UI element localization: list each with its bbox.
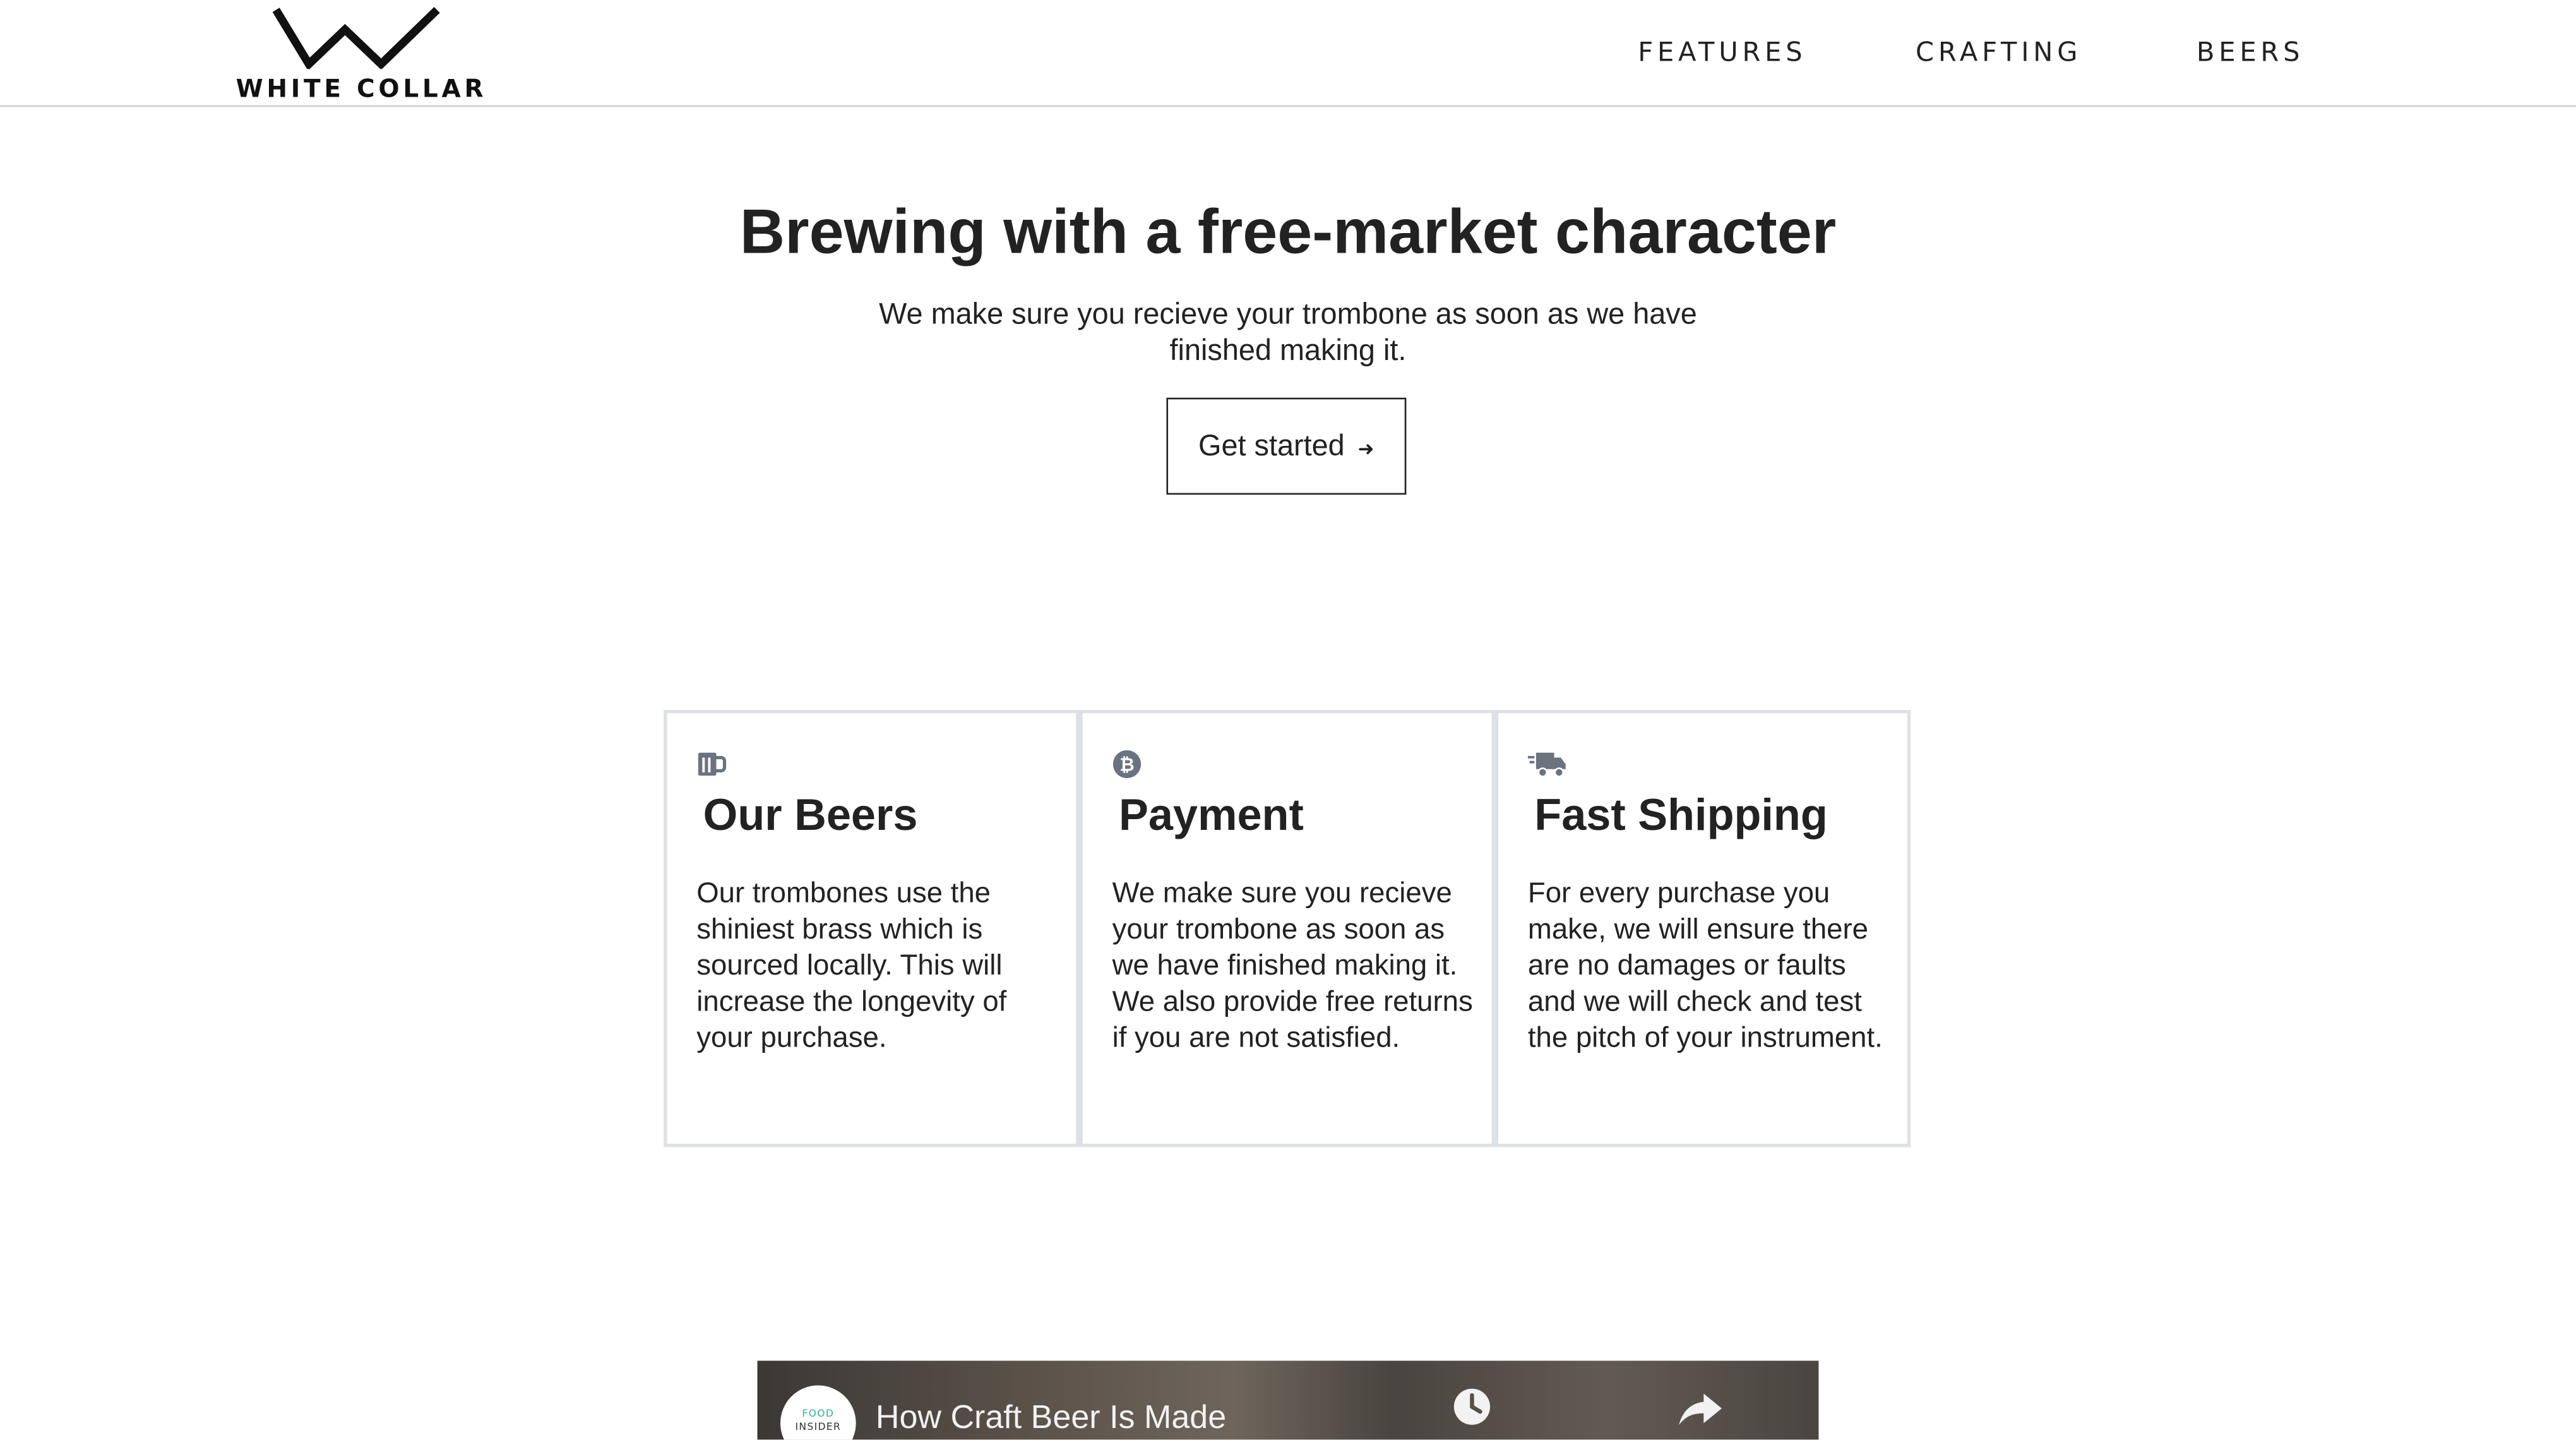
- crown-w-logo-icon: [272, 6, 440, 69]
- embedded-video[interactable]: FOOD INSIDER How Craft Beer Is Made: [757, 1360, 1819, 1440]
- feature-title: Payment: [1118, 790, 1304, 840]
- feature-card-payment: ₿ Payment We make sure you recieve your …: [1079, 710, 1495, 1148]
- feature-text: We make sure you recieve your trombone a…: [1112, 875, 1473, 1053]
- feature-text: For every purchase you make, we will ens…: [1527, 875, 1883, 1053]
- nav-features[interactable]: FEATURES: [1638, 36, 1806, 67]
- shipping-truck-icon: [1527, 752, 1566, 777]
- channel-avatar[interactable]: FOOD INSIDER: [780, 1385, 856, 1440]
- brand-name: WHITE COLLAR: [236, 74, 487, 104]
- feature-text: Our trombones use the shiniest brass whi…: [696, 875, 1007, 1053]
- get-started-button[interactable]: Get started ➜: [1166, 397, 1407, 495]
- nav-beers[interactable]: BEERS: [2197, 36, 2304, 67]
- brand-logo[interactable]: WHITE COLLAR: [230, 6, 492, 104]
- feature-title: Fast Shipping: [1534, 790, 1828, 840]
- feature-card-fast-shipping: Fast Shipping For every purchase you mak…: [1494, 710, 1911, 1148]
- channel-name-line1: FOOD: [802, 1408, 835, 1420]
- share-icon[interactable]: [1678, 1390, 1724, 1426]
- site-header: WHITE COLLAR FEATURES CRAFTING BEERS: [0, 0, 2576, 107]
- get-started-label: Get started: [1198, 429, 1345, 462]
- beer-mug-icon: [698, 752, 727, 776]
- hero-title: Brewing with a free-market character: [739, 198, 1837, 268]
- arrow-right-icon: ➜: [1357, 437, 1374, 460]
- page: WHITE COLLAR FEATURES CRAFTING BEERS Bre…: [0, 0, 2576, 1440]
- hero-subtitle: We make sure you recieve your trombone a…: [879, 297, 1697, 367]
- feature-title: Our Beers: [703, 790, 918, 840]
- video-title[interactable]: How Craft Beer Is Made: [876, 1400, 1226, 1438]
- svg-text:₿: ₿: [1119, 753, 1134, 775]
- watch-later-clock-icon[interactable]: [1451, 1386, 1494, 1429]
- bitcoin-icon: ₿: [1112, 750, 1142, 779]
- channel-name-line2: INSIDER: [795, 1421, 842, 1433]
- feature-card-our-beers: Our Beers Our trombones use the shiniest…: [664, 710, 1080, 1148]
- nav-crafting[interactable]: CRAFTING: [1916, 36, 2082, 67]
